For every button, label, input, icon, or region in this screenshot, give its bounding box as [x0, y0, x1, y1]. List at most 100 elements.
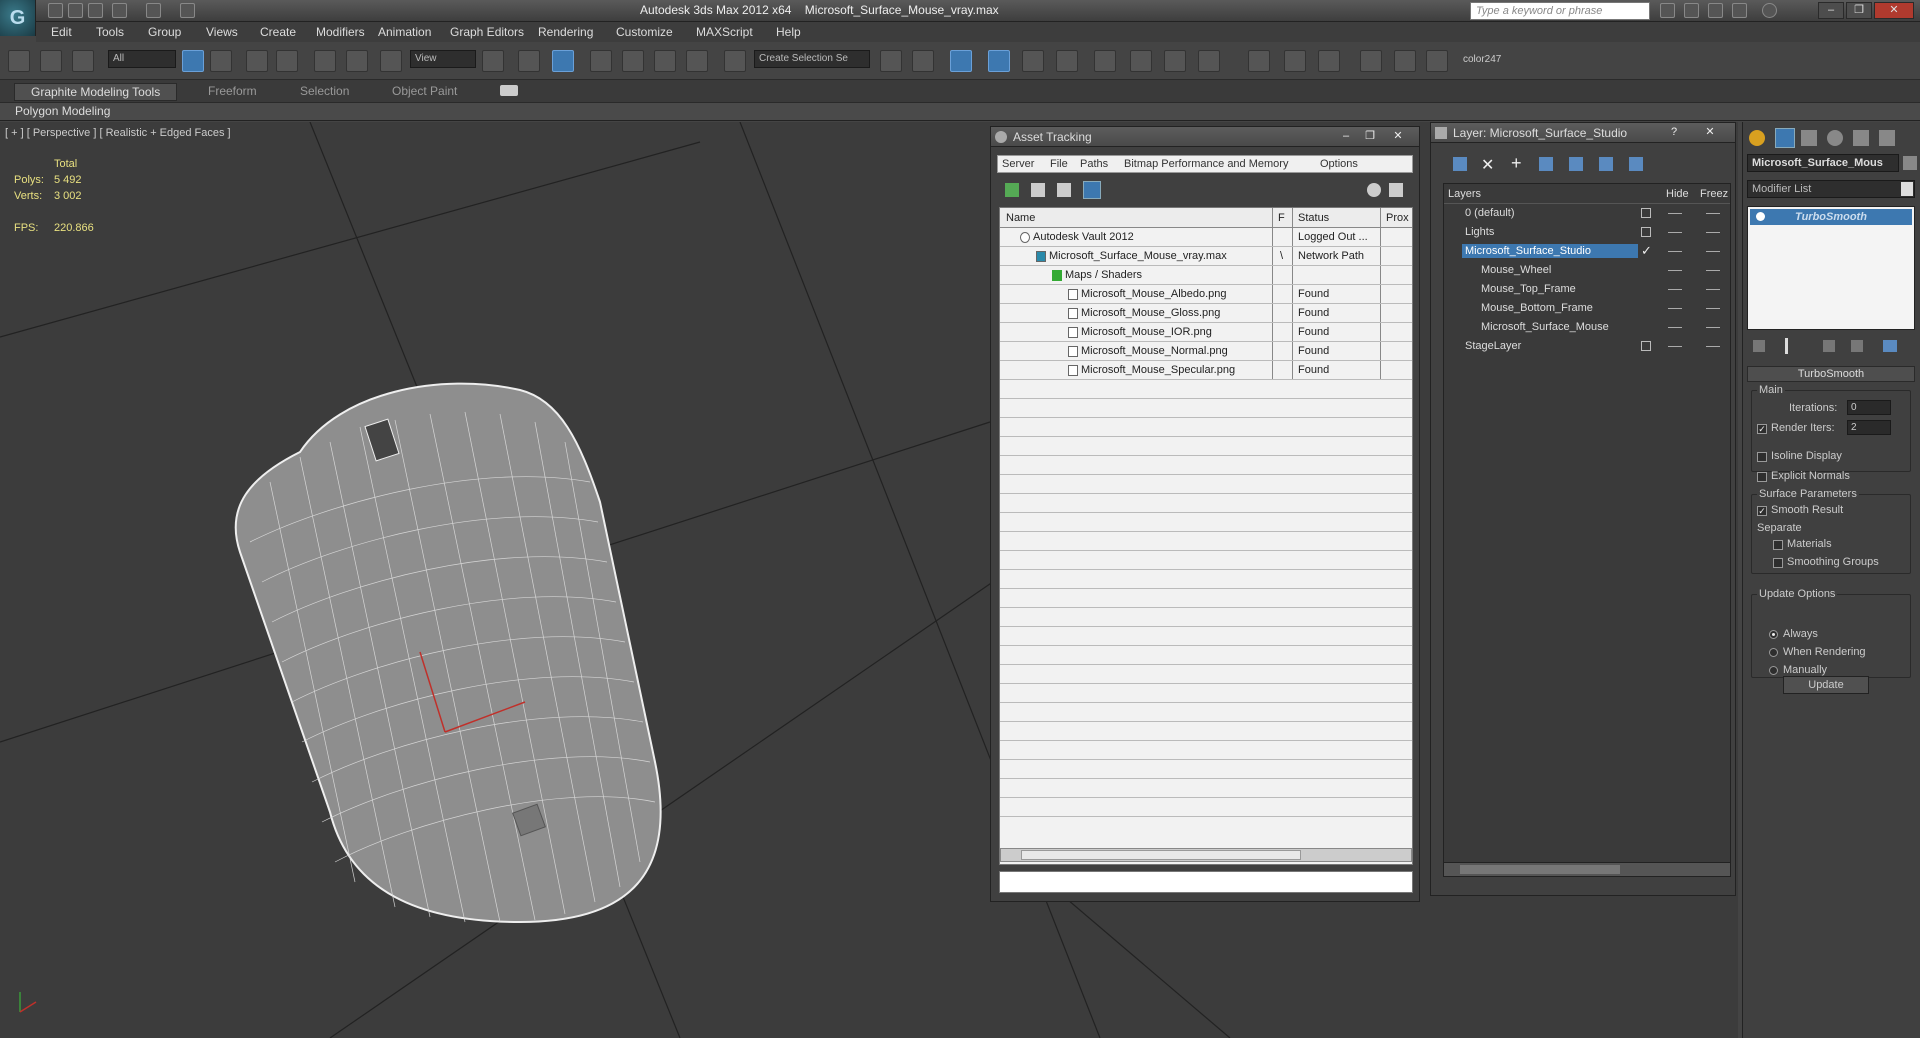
rendered-frame-window-icon[interactable] — [1198, 50, 1220, 72]
layer-row-mouse-bottom-frame[interactable]: Mouse_Bottom_Frame — [1444, 299, 1730, 318]
col-proxy[interactable]: Prox — [1386, 212, 1409, 224]
asset-menu-options[interactable]: Options — [1320, 158, 1358, 170]
materials-checkbox[interactable] — [1773, 540, 1783, 550]
new-file-icon[interactable] — [48, 3, 63, 18]
col-name[interactable]: Name — [1006, 212, 1035, 224]
asset-menu-paths[interactable]: Paths — [1080, 158, 1108, 170]
align-icon[interactable] — [912, 50, 934, 72]
col-freeze[interactable]: Freez — [1700, 188, 1728, 200]
menu-tools[interactable]: Tools — [96, 25, 124, 39]
asset-menu-bitmap-performance[interactable]: Bitmap Performance and Memory — [1124, 158, 1288, 170]
layer-manager-titlebar[interactable]: Layer: Microsoft_Surface_Studio ? ✕ — [1431, 123, 1735, 143]
make-unique-icon[interactable] — [1823, 340, 1835, 352]
ribbon-polygon-modeling[interactable]: Polygon Modeling — [15, 104, 110, 118]
col-f[interactable]: F — [1278, 212, 1285, 224]
remove-modifier-icon[interactable] — [1851, 340, 1863, 352]
select-by-name-icon[interactable] — [210, 50, 232, 72]
material-editor-icon[interactable] — [1130, 50, 1152, 72]
table-row[interactable]: Maps / Shaders — [1000, 266, 1412, 285]
schematic-view-icon[interactable] — [1094, 50, 1116, 72]
curve-editor-icon[interactable] — [1056, 50, 1078, 72]
render-iters-checkbox[interactable]: ✓ — [1757, 424, 1767, 434]
move-icon[interactable] — [314, 50, 336, 72]
layer-row-mouse-top-frame[interactable]: Mouse_Top_Frame — [1444, 280, 1730, 299]
minimize-button[interactable]: – — [1818, 2, 1844, 19]
freeze-unfreeze-all-icon[interactable] — [1629, 157, 1643, 171]
binoculars-icon[interactable] — [1660, 3, 1675, 18]
configure-modifier-sets-icon[interactable] — [1883, 340, 1897, 352]
when-rendering-radio[interactable] — [1769, 648, 1778, 657]
explicit-normals-checkbox[interactable] — [1757, 472, 1767, 482]
search-input[interactable]: Type a keyword or phrase — [1470, 2, 1650, 20]
tab-graphite-modeling-tools[interactable]: Graphite Modeling Tools — [14, 83, 178, 101]
table-row[interactable]: Microsoft_Mouse_Normal.png Found — [1000, 342, 1412, 361]
list-view-icon[interactable] — [1031, 183, 1045, 197]
utilities-tab-icon[interactable] — [1879, 130, 1895, 146]
update-button[interactable]: Update — [1783, 676, 1869, 694]
modifier-toggle-icon[interactable] — [1756, 212, 1765, 221]
menu-edit[interactable]: Edit — [51, 25, 72, 39]
menu-customize[interactable]: Customize — [616, 25, 673, 39]
tab-object-paint[interactable]: Object Paint — [392, 84, 457, 98]
display-tab-icon[interactable] — [1853, 130, 1869, 146]
favorites-star-icon[interactable] — [1732, 3, 1747, 18]
toggle-layer-manager-icon[interactable] — [988, 50, 1010, 72]
angle-snap-icon[interactable] — [622, 50, 644, 72]
menu-maxscript[interactable]: MAXScript — [696, 25, 753, 39]
layer-row-default[interactable]: 0 (default) — [1444, 204, 1730, 223]
maximize-button[interactable]: ❐ — [1846, 2, 1872, 19]
motion-tab-icon[interactable] — [1827, 130, 1843, 146]
snaps-toggle-icon[interactable] — [590, 50, 612, 72]
rotate-icon[interactable] — [346, 50, 368, 72]
reference-coordinate-dropdown[interactable]: View — [410, 50, 476, 68]
layer-row-lights[interactable]: Lights — [1444, 223, 1730, 242]
table-row[interactable]: Microsoft_Mouse_IOR.png Found — [1000, 323, 1412, 342]
window-crossing-icon[interactable] — [276, 50, 298, 72]
asset-menu-file[interactable]: File — [1050, 158, 1068, 170]
scale-icon[interactable] — [380, 50, 402, 72]
table-row[interactable]: Microsoft_Mouse_Albedo.png Found — [1000, 285, 1412, 304]
menu-views[interactable]: Views — [206, 25, 238, 39]
tab-selection[interactable]: Selection — [300, 84, 349, 98]
pin-stack-icon[interactable] — [1753, 340, 1765, 352]
asset-maximize-button[interactable]: ❐ — [1361, 129, 1379, 144]
vray-render-icon[interactable] — [1318, 50, 1340, 72]
smoothing-groups-checkbox[interactable] — [1773, 558, 1783, 568]
delete-layer-icon[interactable]: ✕ — [1481, 155, 1494, 175]
col-status[interactable]: Status — [1298, 212, 1329, 224]
viewport-label[interactable]: [ + ] [ Perspective ] [ Realistic + Edge… — [5, 127, 231, 139]
modify-tab-icon[interactable] — [1775, 128, 1795, 148]
table-row[interactable]: Microsoft_Mouse_Gloss.png Found — [1000, 304, 1412, 323]
subscription-icon[interactable] — [1684, 3, 1699, 18]
script-tool-3-icon[interactable] — [1426, 50, 1448, 72]
pivot-center-icon[interactable] — [482, 50, 504, 72]
modifier-list-arrow-icon[interactable] — [1901, 182, 1913, 196]
col-hide[interactable]: Hide — [1666, 188, 1689, 200]
menu-group[interactable]: Group — [148, 25, 181, 39]
layer-horizontal-scrollbar[interactable] — [1444, 862, 1730, 876]
script-tool-2-icon[interactable] — [1394, 50, 1416, 72]
render-production-icon[interactable] — [1248, 50, 1270, 72]
object-color-swatch[interactable] — [1903, 156, 1917, 170]
rectangular-selection-icon[interactable] — [246, 50, 268, 72]
vray-frame-buffer-icon[interactable] — [1284, 50, 1306, 72]
menu-graph-editors[interactable]: Graph Editors — [450, 25, 524, 39]
refresh-icon[interactable] — [1005, 183, 1019, 197]
select-object-icon[interactable] — [182, 50, 204, 72]
hierarchy-tab-icon[interactable] — [1801, 130, 1817, 146]
edit-named-selections-icon[interactable] — [724, 50, 746, 72]
save-file-icon[interactable] — [88, 3, 103, 18]
ribbon-options-icon[interactable] — [500, 85, 518, 96]
asset-close-button[interactable]: ✕ — [1389, 129, 1407, 144]
unlink-icon[interactable] — [40, 50, 62, 72]
manually-radio[interactable] — [1769, 666, 1778, 675]
undo-icon[interactable] — [112, 3, 127, 18]
layer-row-surface-studio[interactable]: Microsoft_Surface_Studio ✓ — [1444, 242, 1730, 261]
keyboard-shortcut-override-icon[interactable] — [552, 50, 574, 72]
asset-menu-server[interactable]: Server — [1002, 158, 1034, 170]
tab-freeform[interactable]: Freeform — [208, 84, 257, 98]
object-name-field[interactable]: Microsoft_Surface_Mous — [1747, 154, 1899, 172]
spinner-snap-icon[interactable] — [686, 50, 708, 72]
turbosmooth-rollout-header[interactable]: TurboSmooth — [1747, 366, 1915, 382]
layer-row-mouse-wheel[interactable]: Mouse_Wheel — [1444, 261, 1730, 280]
